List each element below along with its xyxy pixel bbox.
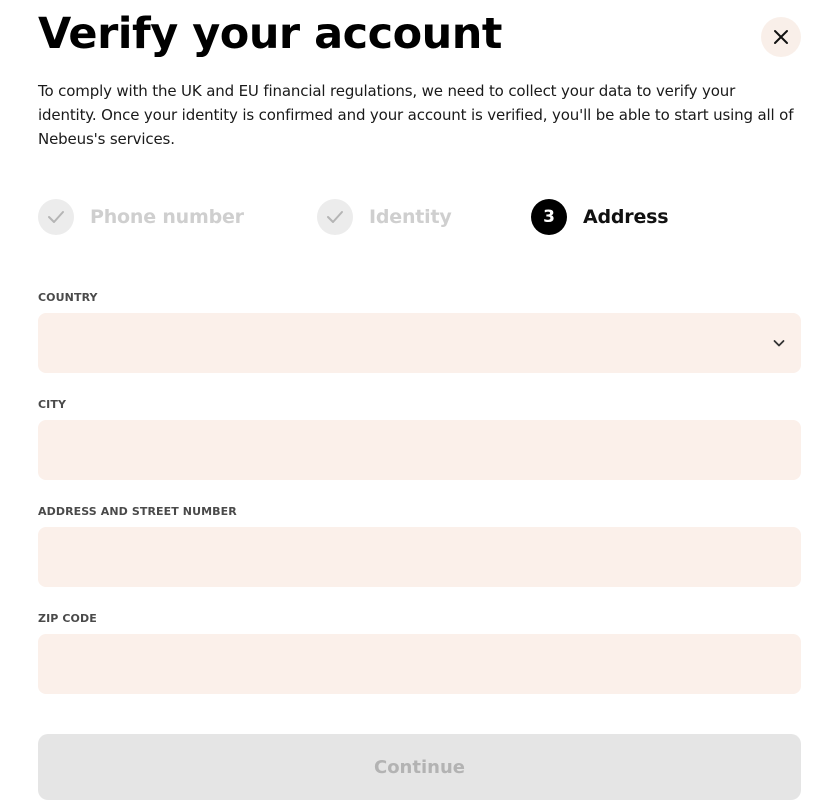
intro-text: To comply with the UK and EU financial r…	[38, 82, 794, 148]
step-label: Phone number	[90, 206, 244, 228]
country-label: COUNTRY	[38, 291, 98, 304]
page-title: Verify your account	[38, 9, 502, 59]
city-field[interactable]	[38, 420, 801, 480]
step-completed-marker	[317, 199, 353, 235]
step-completed-marker	[38, 199, 74, 235]
city-label: CITY	[38, 398, 67, 411]
address-field-wrapper	[38, 527, 801, 587]
address-field[interactable]	[38, 527, 801, 587]
step-address: 3 Address	[531, 199, 669, 235]
check-icon	[327, 211, 343, 223]
address-label: ADDRESS AND STREET NUMBER	[38, 505, 237, 518]
continue-button[interactable]: Continue	[38, 734, 801, 800]
chevron-down-icon	[773, 340, 785, 347]
zip-code-field[interactable]	[38, 634, 801, 694]
check-icon	[48, 211, 64, 223]
step-number-badge: 3	[531, 199, 567, 235]
zip-code-label: ZIP CODE	[38, 612, 97, 625]
country-select[interactable]	[38, 313, 801, 373]
close-icon	[774, 30, 788, 44]
verify-account-modal: Verify your account To comply with the U…	[0, 0, 834, 804]
city-field-wrapper	[38, 420, 801, 480]
zip-code-field-wrapper	[38, 634, 801, 694]
step-phone-number: Phone number	[38, 199, 244, 235]
step-label: Identity	[369, 206, 452, 228]
close-button[interactable]	[761, 17, 801, 57]
step-identity: Identity	[317, 199, 452, 235]
step-label: Address	[583, 206, 669, 228]
